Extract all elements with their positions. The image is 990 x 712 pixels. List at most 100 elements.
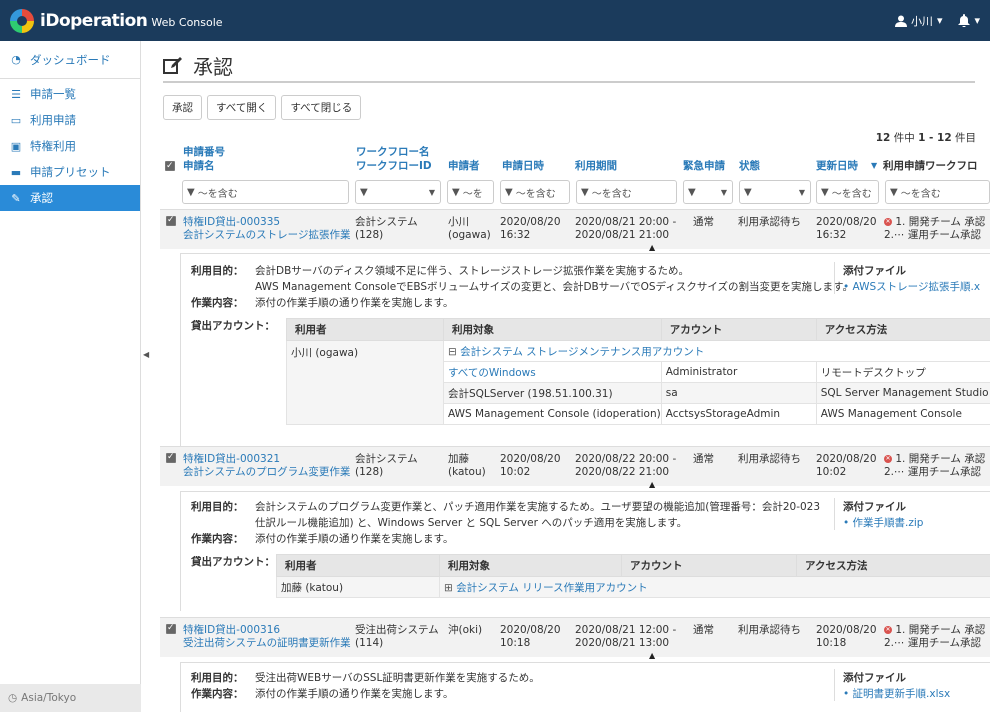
title-divider bbox=[163, 81, 975, 83]
table-row[interactable]: 特権ID貸出-000321 会計システムのプログラム変更作業 会計システム (1… bbox=[160, 446, 990, 486]
filter-updated[interactable]: ▼ 〜を含む bbox=[816, 180, 879, 204]
request-number-link[interactable]: 特権ID貸出-000321 bbox=[183, 453, 280, 466]
applicant-id: (katou) bbox=[448, 466, 486, 478]
filter-workflow[interactable]: ▼ ▼ bbox=[355, 180, 441, 204]
filter-icon: ▼ bbox=[688, 186, 696, 198]
purpose-text: 受注出荷WEBサーバのSSL証明書更新作業を実施するため。 bbox=[255, 672, 540, 684]
applicant-id: (ogawa) bbox=[448, 229, 491, 241]
dashboard-icon: ◔ bbox=[11, 53, 21, 66]
workflow-step-1: ✕ 1. 開発チーム 承認 bbox=[884, 453, 986, 465]
purpose-label: 利用目的： bbox=[191, 501, 244, 513]
toolbar: 承認 すべて開く すべて閉じる bbox=[163, 95, 362, 120]
attachment-title: 添付ファイル bbox=[843, 265, 906, 277]
th-user: 利用者 bbox=[276, 554, 440, 577]
col-urgent[interactable]: 緊急申請 bbox=[683, 159, 725, 173]
filter-usage-workflow[interactable]: ▼ 〜を含む bbox=[885, 180, 990, 204]
attachment-link[interactable]: • 証明書更新手順.xlsx bbox=[843, 686, 950, 702]
col-status[interactable]: 状態 bbox=[739, 159, 760, 173]
brand-subtitle: Web Console bbox=[151, 16, 223, 29]
sidebar-item-label: 申請一覧 bbox=[30, 87, 76, 101]
account-user: 加藤 (katou) bbox=[276, 576, 440, 598]
workflow-step-1: ✕ 1. 開発チーム 承認 bbox=[884, 624, 986, 636]
sidebar-item-dashboard[interactable]: ◔ ダッシュボード bbox=[0, 41, 140, 79]
th-target: 利用対象 bbox=[443, 318, 662, 341]
brand-name: iDoperation bbox=[40, 10, 148, 31]
status-badge: 利用承認待ち bbox=[738, 624, 801, 636]
chevron-down-icon: ▼ bbox=[720, 187, 727, 197]
col-request-name[interactable]: 申請名 bbox=[183, 159, 215, 173]
updated-date: 2020/08/20 bbox=[816, 216, 877, 228]
sort-desc-icon[interactable]: ▼ bbox=[871, 159, 877, 173]
purpose-label: 利用目的： bbox=[191, 265, 244, 277]
col-applicant[interactable]: 申請者 bbox=[448, 159, 480, 173]
sidebar-item-request-list[interactable]: ☰ 申請一覧 bbox=[0, 81, 140, 107]
filter-period[interactable]: ▼ 〜を含む bbox=[576, 180, 677, 204]
col-request-number[interactable]: 申請番号 bbox=[183, 145, 225, 159]
attachment-title: 添付ファイル bbox=[843, 672, 906, 684]
chevron-down-icon: ▾ bbox=[974, 14, 980, 27]
filter-placeholder: 〜を含む bbox=[197, 188, 238, 200]
request-name-link[interactable]: 会計システムのストレージ拡張作業 bbox=[183, 229, 350, 242]
filter-placeholder: 〜を含む bbox=[900, 188, 941, 200]
workflow-id: (128) bbox=[355, 229, 384, 241]
period-start: 2020/08/22 20:00 - bbox=[575, 453, 677, 465]
collapse-row-icon[interactable]: ▲ bbox=[649, 480, 655, 489]
col-updated[interactable]: 更新日時 bbox=[816, 159, 858, 173]
row-checkbox[interactable] bbox=[166, 214, 176, 227]
sidebar-item-approval[interactable]: ✎ 承認 bbox=[0, 185, 140, 211]
col-usage-period[interactable]: 利用期間 bbox=[575, 159, 617, 173]
request-number-link[interactable]: 特権ID貸出-000335 bbox=[183, 216, 280, 229]
sidebar-item-privileged-use[interactable]: ▣ 特権利用 bbox=[0, 133, 140, 159]
sidebar-item-label: 特権利用 bbox=[30, 139, 76, 153]
sidebar-item-request-preset[interactable]: ▬ 申請プリセット bbox=[0, 159, 140, 185]
request-name-link[interactable]: 会計システムのプログラム変更作業 bbox=[183, 466, 350, 479]
col-apply-date[interactable]: 申請日時 bbox=[502, 159, 544, 173]
approve-button[interactable]: 承認 bbox=[163, 95, 202, 120]
account-name: Administrator bbox=[660, 361, 817, 383]
row-checkbox[interactable] bbox=[166, 451, 176, 464]
row-checkbox[interactable] bbox=[166, 622, 176, 635]
laptop-icon: ▣ bbox=[10, 139, 22, 153]
collapse-all-button[interactable]: すべて閉じる bbox=[281, 95, 362, 120]
attachment-link[interactable]: • 作業手順書.zip bbox=[843, 515, 923, 531]
col-workflow-id[interactable]: ワークフローID bbox=[356, 159, 432, 173]
purpose-text-2: AWS Management ConsoleでEBSボリュームサイズの変更と、会… bbox=[255, 281, 853, 293]
work-text: 添付の作業手順の通り作業を実施します。 bbox=[255, 533, 454, 545]
notification-menu[interactable]: ▾ bbox=[958, 14, 980, 27]
select-all-checkbox[interactable] bbox=[165, 159, 175, 173]
filter-request[interactable]: ▼ 〜を含む bbox=[182, 180, 349, 204]
col-workflow-name[interactable]: ワークフロー名 bbox=[356, 145, 430, 159]
work-label: 作業内容： bbox=[191, 297, 244, 309]
work-label: 作業内容： bbox=[191, 533, 244, 545]
table-header: 申請番号 申請名 ワークフロー名 ワークフローID 申請者 申請日時 利用期間 … bbox=[155, 143, 990, 175]
workflow-id: (128) bbox=[355, 466, 384, 478]
attachment-link[interactable]: • AWSストレージ拡張手順.x bbox=[843, 279, 980, 295]
account-label: 貸出アカウント： bbox=[191, 320, 275, 332]
account-group[interactable]: ⊟ 会計システム ストレージメンテナンス用アカウント bbox=[443, 340, 990, 362]
purpose-text-2: 仕訳ルール機能追加) と、Windows Server と SQL Server… bbox=[255, 517, 688, 529]
sidebar-item-usage-request[interactable]: ▭ 利用申請 bbox=[0, 107, 140, 133]
table-row[interactable]: 特権ID貸出-000316 受注出荷システムの証明書更新作業 受注出荷システム … bbox=[160, 617, 990, 657]
filter-placeholder: 〜を含む bbox=[831, 188, 872, 200]
sidebar-collapse-handle[interactable]: ◀ bbox=[143, 350, 149, 359]
request-name-link[interactable]: 受注出荷システムの証明書更新作業 bbox=[183, 637, 351, 650]
collapse-row-icon[interactable]: ▲ bbox=[649, 651, 655, 660]
logo-icon bbox=[10, 8, 34, 33]
filter-apply-date[interactable]: ▼ 〜を含む bbox=[500, 180, 570, 204]
filter-placeholder: 〜を含む bbox=[591, 188, 632, 200]
expand-all-button[interactable]: すべて開く bbox=[207, 95, 277, 120]
account-group[interactable]: ⊞ 会計システム リリース作業用アカウント bbox=[439, 576, 990, 598]
collapse-row-icon[interactable]: ▲ bbox=[649, 243, 655, 252]
request-number-link[interactable]: 特権ID貸出-000316 bbox=[183, 624, 280, 637]
filter-status[interactable]: ▼ ▼ bbox=[739, 180, 811, 204]
apply-date: 2020/08/20 bbox=[500, 216, 561, 228]
table-row[interactable]: 特権ID貸出-000335 会計システムのストレージ拡張作業 会計システム (1… bbox=[160, 209, 990, 249]
record-detail: 利用目的： 会計システムのプログラム変更作業と、パッチ適用作業を実施するため。ユ… bbox=[180, 491, 990, 611]
filter-applicant[interactable]: ▼ 〜を bbox=[447, 180, 494, 204]
period-end: 2020/08/21 13:00 bbox=[575, 637, 670, 649]
urgent-flag: 通常 bbox=[693, 624, 714, 636]
col-usage-workflow[interactable]: 利用申請ワークフロ bbox=[883, 159, 978, 173]
user-menu[interactable]: 小川 ▾ bbox=[894, 13, 942, 29]
filter-urgent[interactable]: ▼ ▼ bbox=[683, 180, 733, 204]
account-target[interactable]: すべてのWindows bbox=[443, 361, 662, 383]
